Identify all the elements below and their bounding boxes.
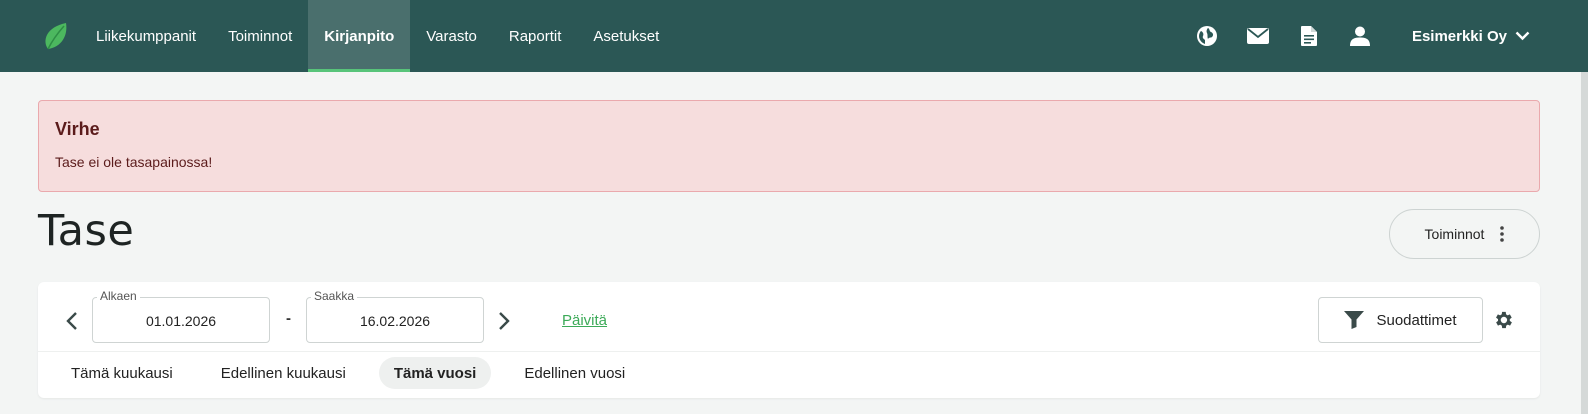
period-quick-select: Tämä kuukausi Edellinen kuukausi Tämä vu… xyxy=(56,357,658,389)
end-date-input[interactable] xyxy=(307,298,483,342)
filter-icon xyxy=(1344,311,1365,329)
filters-button-label: Suodattimet xyxy=(1376,311,1457,329)
leaf-logo-icon[interactable] xyxy=(42,21,70,51)
user-icon[interactable] xyxy=(1348,24,1372,48)
nav-item-raportit[interactable]: Raportit xyxy=(493,0,578,72)
company-name: Esimerkki Oy xyxy=(1411,27,1507,45)
refresh-link[interactable]: Päivitä xyxy=(562,312,607,329)
nav-item-varasto[interactable]: Varasto xyxy=(410,0,493,72)
page-title: Tase xyxy=(38,206,135,256)
end-date-label: Saakka xyxy=(311,289,358,303)
page-edge xyxy=(1581,72,1588,414)
start-date-input[interactable] xyxy=(93,298,269,342)
mail-icon[interactable] xyxy=(1246,24,1270,48)
gear-icon[interactable] xyxy=(1492,309,1514,331)
start-date-label: Alkaen xyxy=(97,289,140,303)
actions-button[interactable]: Toiminnot xyxy=(1389,209,1540,259)
company-switcher[interactable]: Esimerkki Oy xyxy=(1412,28,1530,45)
nav-item-kirjanpito[interactable]: Kirjanpito xyxy=(308,0,411,72)
chevron-down-icon xyxy=(1515,31,1530,41)
nav-item-toiminnot[interactable]: Toiminnot xyxy=(212,0,308,72)
card-divider xyxy=(38,351,1540,352)
chevron-right-icon[interactable] xyxy=(494,308,514,334)
nav-item-asetukset[interactable]: Asetukset xyxy=(577,0,675,72)
document-icon[interactable] xyxy=(1297,24,1321,48)
start-date-field[interactable]: Alkaen xyxy=(92,289,270,343)
date-filter-card: Alkaen - Saakka Päivitä Suodattimet Tämä… xyxy=(38,282,1540,398)
alert-message: Tase ei ole tasapainossa! xyxy=(55,154,213,170)
nav-right-tools: Esimerkki Oy xyxy=(1195,0,1588,72)
filters-button[interactable]: Suodattimet xyxy=(1318,297,1483,343)
main-nav: Liikekumppanit Toiminnot Kirjanpito Vara… xyxy=(80,0,675,72)
date-range-separator: - xyxy=(286,310,291,327)
period-previous-month[interactable]: Edellinen kuukausi xyxy=(206,357,361,389)
top-navbar: Liikekumppanit Toiminnot Kirjanpito Vara… xyxy=(0,0,1588,72)
end-date-field[interactable]: Saakka xyxy=(306,289,484,343)
alert-title: Virhe xyxy=(55,119,100,139)
chevron-left-icon[interactable] xyxy=(62,308,82,334)
error-alert: Virhe Tase ei ole tasapainossa! xyxy=(38,100,1540,192)
period-this-year[interactable]: Tämä vuosi xyxy=(378,357,492,389)
more-vertical-icon xyxy=(1500,226,1505,242)
globe-icon[interactable] xyxy=(1195,24,1219,48)
actions-button-label: Toiminnot xyxy=(1424,226,1485,242)
period-this-month[interactable]: Tämä kuukausi xyxy=(56,357,188,389)
nav-item-liikekumppanit[interactable]: Liikekumppanit xyxy=(80,0,212,72)
period-previous-year[interactable]: Edellinen vuosi xyxy=(509,357,640,389)
